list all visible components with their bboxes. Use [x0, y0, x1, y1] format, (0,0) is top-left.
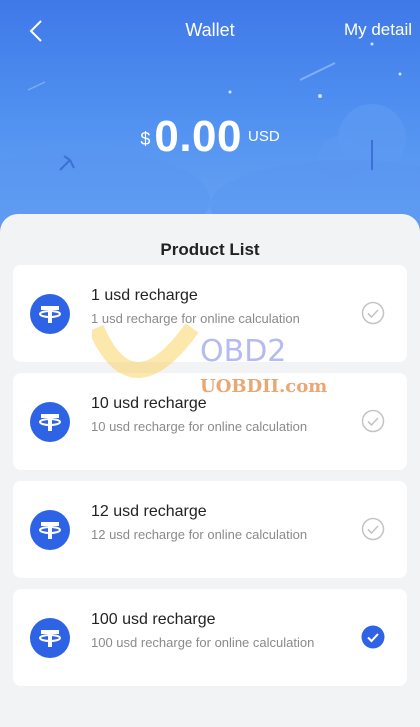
product-description: 10 usd recharge for online calculation: [91, 419, 308, 434]
product-description: 1 usd recharge for online calculation: [91, 311, 300, 326]
product-name: 100 usd recharge: [91, 611, 216, 628]
product-name: 10 usd recharge: [91, 395, 207, 412]
tether-logo-icon: [30, 402, 70, 442]
unchecked-circle-icon[interactable]: [361, 517, 385, 541]
balance-unit: USD: [247, 128, 280, 145]
unchecked-circle-icon[interactable]: [361, 301, 385, 325]
watermark-brand: OBD2: [200, 334, 287, 369]
product-description: 12 usd recharge for online calculation: [91, 527, 308, 542]
currency-symbol: $: [140, 129, 151, 149]
tether-logo-icon: [30, 294, 70, 334]
product-name: 12 usd recharge: [91, 503, 207, 520]
product-description: 100 usd recharge for online calculation: [91, 635, 315, 650]
checked-circle-icon[interactable]: [361, 625, 385, 649]
balance-amount: 0.00: [154, 112, 242, 161]
wallet-header-banner: Wallet My detail $0.00 USD: [0, 0, 420, 240]
unchecked-circle-icon[interactable]: [361, 409, 385, 433]
tether-logo-icon: [30, 510, 70, 550]
product-list-heading: Product List: [160, 240, 260, 259]
navigation-bar: Wallet My detail: [0, 0, 420, 60]
balance-display: $0.00 USD: [0, 112, 420, 162]
watermark-site: UOBDII.com: [200, 376, 328, 397]
my-detail-link[interactable]: My detail: [344, 20, 412, 40]
product-card-4[interactable]: 100 usd recharge 100 usd recharge for on…: [13, 589, 407, 686]
product-name: 1 usd recharge: [91, 287, 198, 304]
tether-logo-icon: [30, 618, 70, 658]
product-card-3[interactable]: 12 usd recharge 12 usd recharge for onli…: [13, 481, 407, 578]
